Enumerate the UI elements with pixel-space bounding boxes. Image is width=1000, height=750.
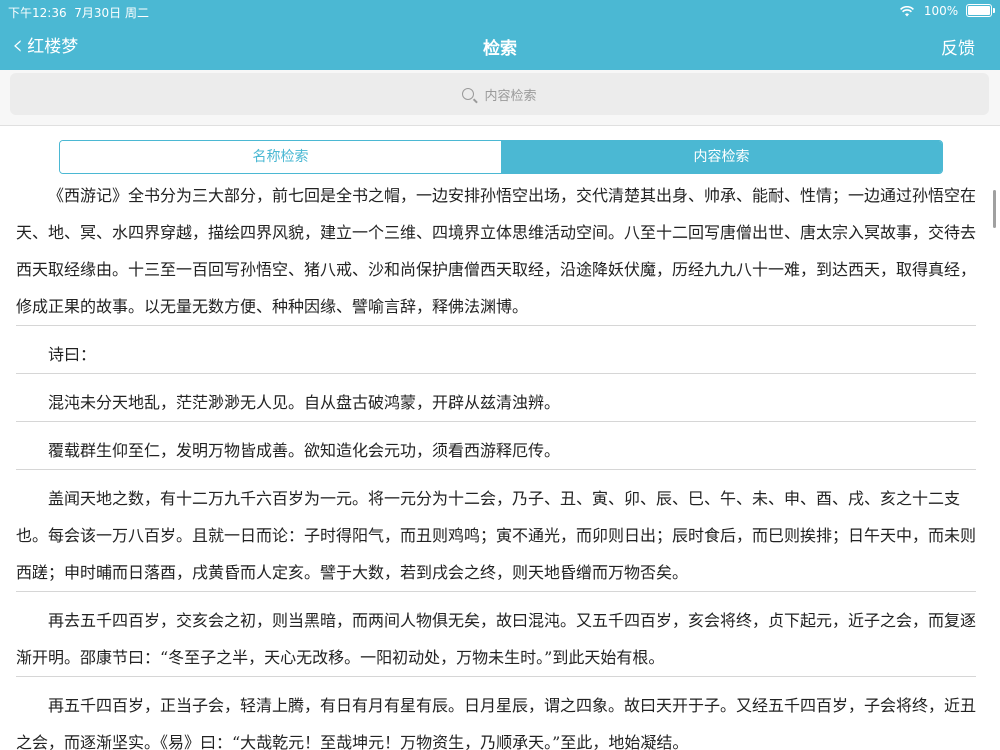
battery-icon bbox=[966, 4, 995, 17]
result-paragraph: 诗曰： bbox=[16, 326, 976, 374]
scrollbar[interactable] bbox=[993, 190, 996, 228]
battery-percent: 100% bbox=[923, 4, 959, 18]
tab-name-search[interactable]: 名称检索 bbox=[60, 141, 501, 173]
status-time: 下午12:36 bbox=[8, 6, 67, 20]
navigation-bar: ‹ 红楼梦 检索 反馈 bbox=[0, 30, 1000, 62]
search-placeholder: 内容检索 bbox=[484, 88, 537, 104]
wifi-icon bbox=[900, 5, 914, 20]
status-date: 7月30日 周二 bbox=[74, 6, 149, 20]
result-paragraph: 再去五千四百岁，交亥会之初，则当黑暗，而两间人物俱无矣，故曰混沌。又五千四百岁，… bbox=[16, 592, 976, 677]
status-time-date: 下午12:36 7月30日 周二 bbox=[8, 4, 149, 21]
tab-content-search[interactable]: 内容检索 bbox=[501, 141, 942, 173]
search-icon bbox=[462, 88, 475, 100]
result-content[interactable]: 《西游记》全书分为三大部分，前七回是全书之帽，一边安排孙悟空出场，交代清楚其出身… bbox=[0, 177, 1000, 750]
top-bar: 下午12:36 7月30日 周二 100% ‹ 红楼梦 检索 反馈 bbox=[0, 0, 1000, 70]
result-paragraph: 再五千四百岁，正当子会，轻清上腾，有日有月有星有辰。日月星辰，谓之四象。故曰天开… bbox=[16, 677, 976, 750]
result-paragraph: 覆载群生仰至仁，发明万物皆成善。欲知造化会元功，须看西游释厄传。 bbox=[16, 422, 976, 470]
search-area: 内容检索 bbox=[0, 70, 1000, 126]
search-input[interactable]: 内容检索 bbox=[10, 73, 989, 115]
status-right: 100% bbox=[900, 4, 995, 20]
search-mode-segmented-control: 名称检索 内容检索 bbox=[59, 140, 943, 174]
status-bar: 下午12:36 7月30日 周二 100% bbox=[8, 2, 995, 21]
result-paragraph: 混沌未分天地乱，茫茫渺渺无人见。自从盘古破鸿蒙，开辟从兹清浊辨。 bbox=[16, 374, 976, 422]
feedback-button[interactable]: 反馈 bbox=[941, 34, 975, 59]
result-paragraph: 盖闻天地之数，有十二万九千六百岁为一元。将一元分为十二会，乃子、丑、寅、卯、辰、… bbox=[16, 470, 976, 592]
result-paragraph: 《西游记》全书分为三大部分，前七回是全书之帽，一边安排孙悟空出场，交代清楚其出身… bbox=[16, 177, 976, 326]
page-title: 检索 bbox=[483, 39, 517, 59]
